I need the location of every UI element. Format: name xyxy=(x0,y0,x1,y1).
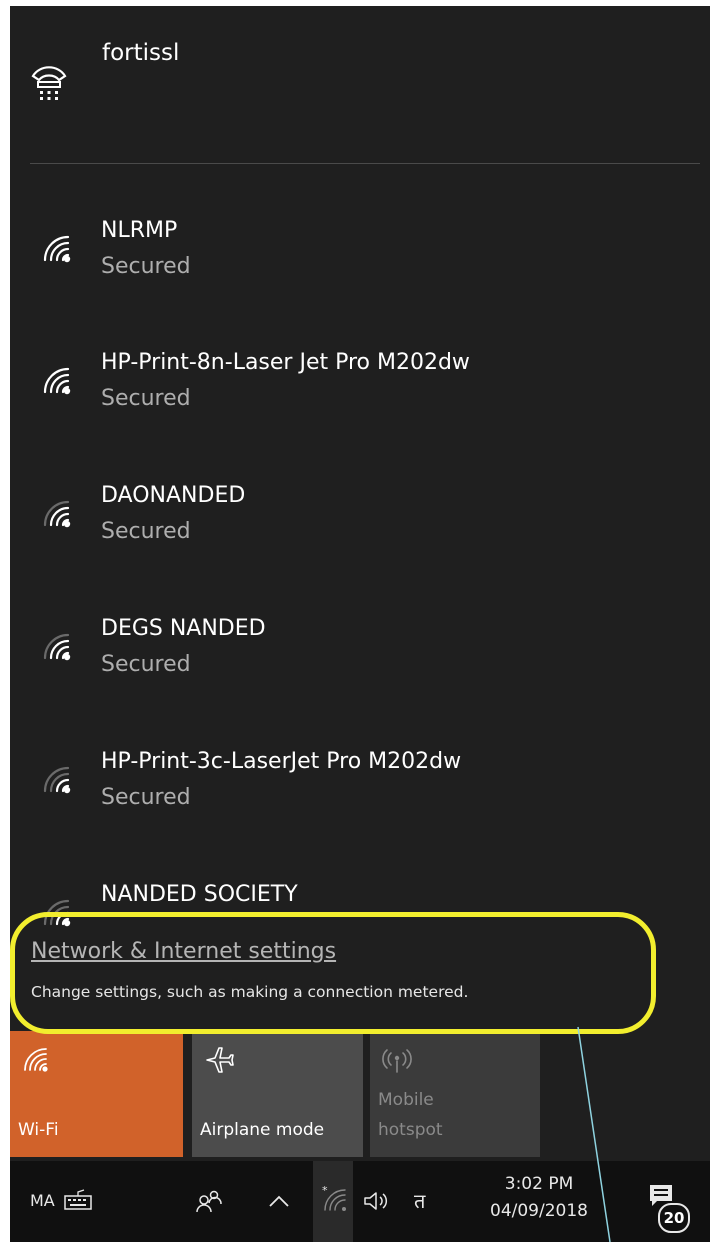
wifi-tray-icon: * xyxy=(322,1185,346,1211)
wifi-secured-icon xyxy=(43,367,71,395)
wifi-tray-button[interactable]: * xyxy=(313,1161,353,1242)
wifi-network-status: Secured xyxy=(101,254,191,279)
people-icon[interactable] xyxy=(194,1189,224,1213)
wifi-network-item[interactable]: HP-Print-3c-LaserJet Pro M202dw Secured xyxy=(10,735,710,847)
wifi-network-status: Secured xyxy=(101,785,191,810)
mobile-hotspot-tile[interactable]: Mobile hotspot xyxy=(370,1031,540,1157)
volume-icon[interactable] xyxy=(362,1189,392,1213)
vpn-connection-item[interactable]: fortissl xyxy=(10,6,710,126)
wifi-network-status: Secured xyxy=(101,519,191,544)
input-mode-indicator[interactable]: त xyxy=(414,1187,425,1214)
wifi-network-name: NLRMP xyxy=(101,218,178,243)
clock-date: 04/09/2018 xyxy=(490,1201,588,1221)
wifi-toggle-tile[interactable]: Wi-Fi xyxy=(10,1031,183,1157)
wifi-network-item[interactable]: NLRMP Secured xyxy=(10,204,710,316)
wifi-secured-icon xyxy=(43,766,71,794)
mobile-hotspot-label-line1: Mobile xyxy=(378,1090,434,1110)
keyboard-icon[interactable] xyxy=(64,1189,92,1211)
wifi-secured-icon xyxy=(43,500,71,528)
wifi-network-item[interactable]: DEGS NANDED Secured xyxy=(10,602,710,714)
network-settings-description: Change settings, such as making a connec… xyxy=(31,983,469,1001)
wifi-network-item[interactable]: HP-Print-8n-Laser Jet Pro M202dw Secured xyxy=(10,336,710,448)
language-indicator[interactable]: MA xyxy=(30,1191,55,1210)
taskbar: MA * त 3:02 PM 04/09/2018 20 xyxy=(10,1161,710,1242)
wifi-icon xyxy=(24,1048,48,1072)
divider xyxy=(30,163,700,164)
vpn-name: fortissl xyxy=(102,40,180,66)
notification-count-badge: 20 xyxy=(658,1203,690,1233)
vpn-icon xyxy=(31,66,67,100)
wifi-network-name: HP-Print-3c-LaserJet Pro M202dw xyxy=(101,749,462,774)
clock[interactable]: 3:02 PM 04/09/2018 xyxy=(484,1171,594,1225)
svg-text:*: * xyxy=(322,1185,328,1197)
network-internet-settings-link[interactable]: Network & Internet settings xyxy=(31,939,336,964)
clock-time: 3:02 PM xyxy=(504,1174,574,1194)
wifi-network-status: Secured xyxy=(101,386,191,411)
wifi-network-name: DAONANDED xyxy=(101,483,246,508)
wifi-network-name: NANDED SOCIETY xyxy=(101,882,298,907)
airplane-mode-label: Airplane mode xyxy=(200,1120,325,1140)
show-hidden-icons-chevron[interactable] xyxy=(268,1193,290,1209)
wifi-network-status: Secured xyxy=(101,652,191,677)
wifi-network-name: DEGS NANDED xyxy=(101,616,266,641)
network-flyout: fortissl NLRMP Secured HP-Print-8n-Laser J… xyxy=(10,6,710,1161)
airplane-icon xyxy=(206,1047,234,1073)
wifi-secured-icon xyxy=(43,899,71,927)
airplane-mode-tile[interactable]: Airplane mode xyxy=(192,1031,363,1157)
notification-center-button[interactable]: 20 xyxy=(644,1181,694,1233)
wifi-tile-label: Wi-Fi xyxy=(18,1120,59,1140)
mobile-hotspot-label-line2: hotspot xyxy=(378,1120,443,1140)
wifi-secured-icon xyxy=(43,235,71,263)
wifi-network-item[interactable]: DAONANDED Secured xyxy=(10,469,710,581)
wifi-network-name: HP-Print-8n-Laser Jet Pro M202dw xyxy=(101,350,470,375)
wifi-secured-icon xyxy=(43,633,71,661)
hotspot-icon xyxy=(382,1049,412,1073)
